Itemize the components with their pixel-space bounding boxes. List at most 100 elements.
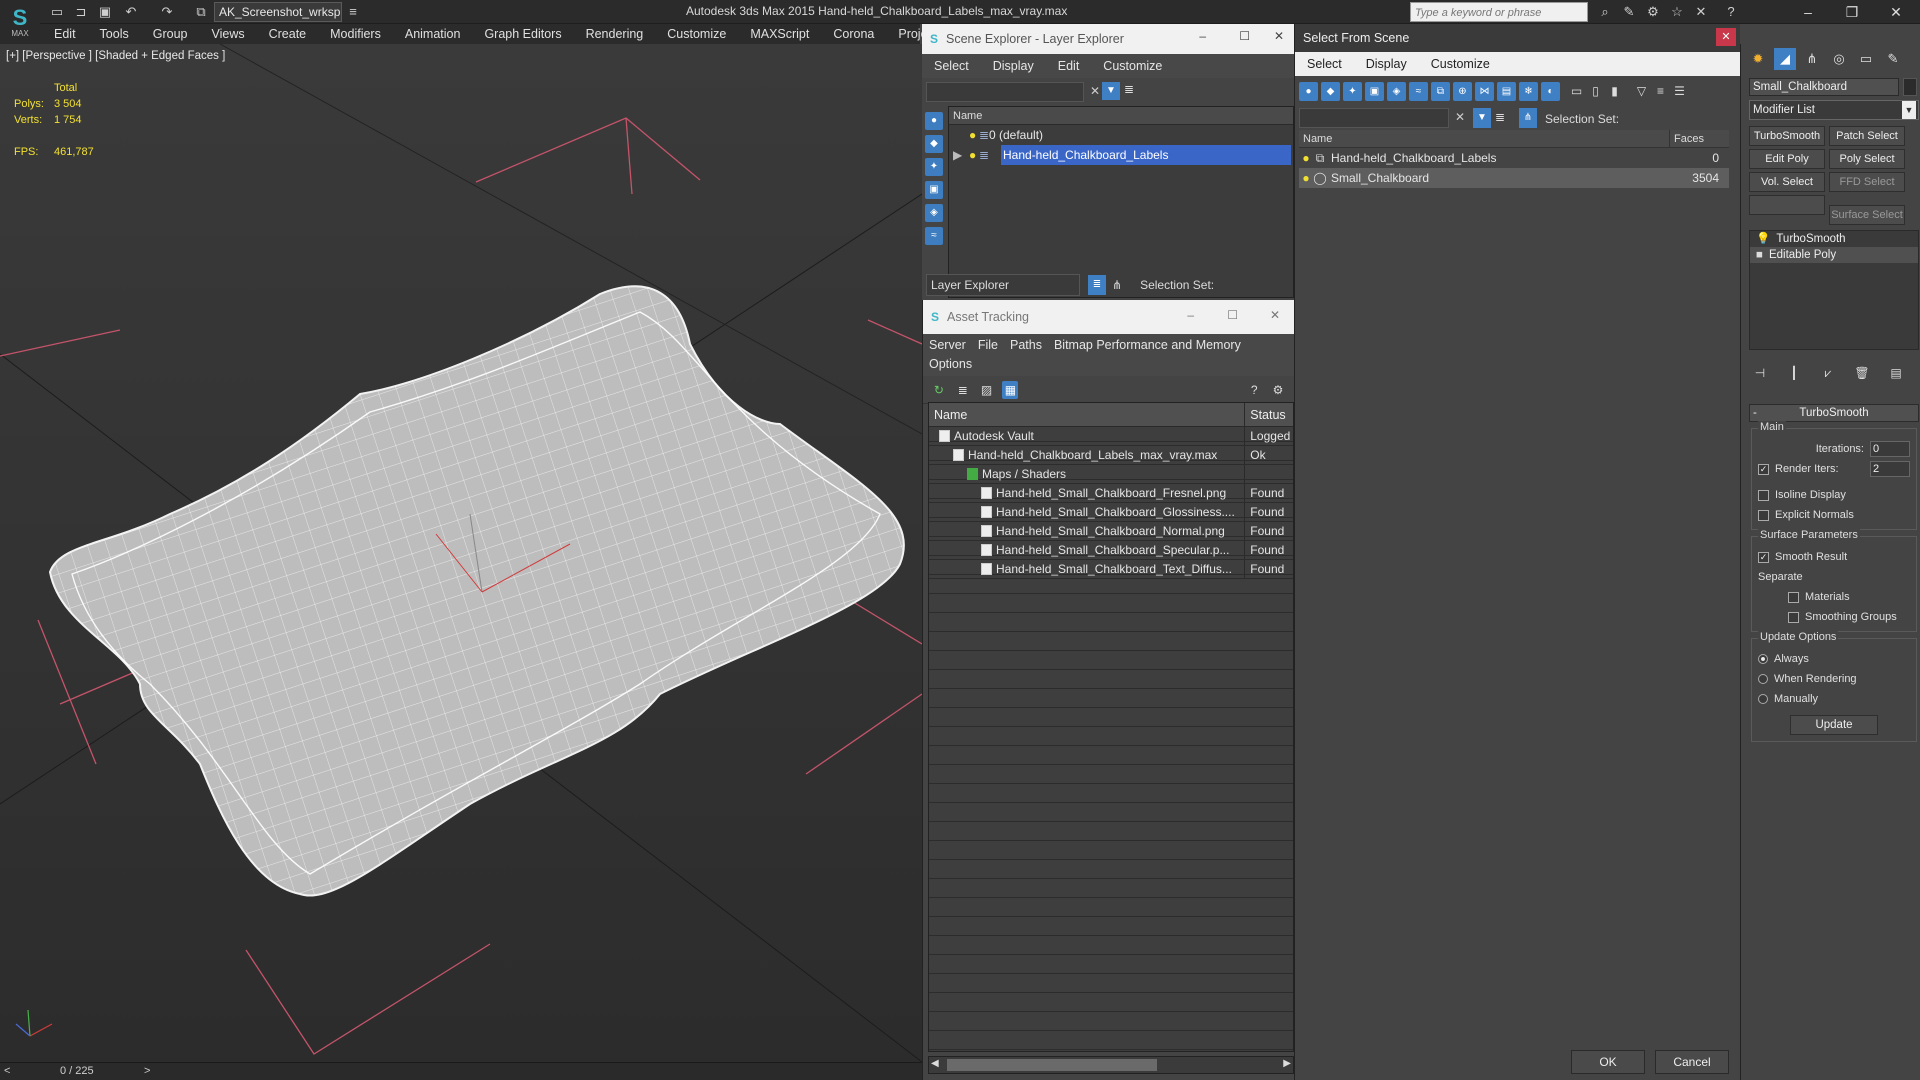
ok-button[interactable]: OK <box>1571 1050 1645 1074</box>
modifier-set-button[interactable]: Patch Select <box>1829 126 1905 146</box>
manually-radio[interactable] <box>1758 694 1768 704</box>
menu-item[interactable]: Animation <box>393 27 473 41</box>
motion-tab-icon[interactable]: ◎ <box>1828 48 1850 70</box>
expand-arrow-icon[interactable]: ▶ <box>953 145 962 165</box>
minimize-icon[interactable]: – <box>1199 29 1206 43</box>
show-end-result-icon[interactable]: ┃ <box>1783 366 1805 380</box>
menu-item[interactable]: Corona <box>821 27 886 41</box>
layers-toggle-icon[interactable]: ≣ <box>1124 82 1134 96</box>
always-radio[interactable] <box>1758 654 1768 664</box>
find-input[interactable] <box>1299 108 1449 128</box>
display-spacewarps-icon[interactable]: ≈ <box>925 227 943 245</box>
filter-icon[interactable]: ▼ <box>1102 82 1120 100</box>
display-lights-icon[interactable]: ✦ <box>925 158 943 176</box>
pin-stack-icon[interactable]: ⊣ <box>1749 366 1771 380</box>
perspective-viewport[interactable]: [+] [Perspective ] [Shaded + Edged Faces… <box>0 44 922 1062</box>
isoline-checkbox[interactable] <box>1758 489 1769 501</box>
hierarchy-tab-icon[interactable]: ⋔ <box>1801 48 1823 70</box>
rollout-header[interactable]: - TurboSmooth <box>1749 404 1919 422</box>
layer-mode-icon[interactable]: ≣ <box>1088 275 1106 295</box>
layer-tree-name-header[interactable]: Name <box>949 107 1293 125</box>
select-menu-item[interactable]: Display <box>1354 57 1419 71</box>
scene-explorer-search[interactable] <box>926 82 1084 102</box>
hierarchy-icon[interactable]: ⋔ <box>1519 108 1537 128</box>
search-input[interactable]: Type a keyword or phrase <box>1410 2 1588 22</box>
smooth-result-checkbox[interactable]: ✓ <box>1758 551 1769 563</box>
modifier-list-dropdown[interactable]: Modifier List ▼ <box>1749 100 1919 120</box>
signin-icon[interactable]: ⚙ <box>1644 3 1662 21</box>
help-icon[interactable]: ? <box>1722 3 1740 21</box>
next-frame-icon[interactable]: > <box>144 1065 150 1077</box>
menu-item[interactable]: Edit <box>40 27 88 41</box>
display-tab-icon[interactable]: ▭ <box>1855 48 1877 70</box>
asset-menu-item[interactable]: Server <box>929 338 966 352</box>
stack-item[interactable]: 💡 TurboSmooth <box>1750 231 1918 247</box>
display-cameras-icon[interactable]: ▣ <box>925 181 943 199</box>
menu-item[interactable]: Customize <box>655 27 738 41</box>
explorer-type-dropdown[interactable]: Layer Explorer <box>926 274 1080 296</box>
select-menu-item[interactable]: Select <box>1295 57 1354 71</box>
close-icon[interactable]: ✕ <box>1274 29 1284 43</box>
object-faces-header[interactable]: Faces <box>1669 130 1727 147</box>
menu-item[interactable]: Create <box>257 27 319 41</box>
asset-menu-item[interactable]: Options <box>929 357 972 371</box>
geometry-filter-icon[interactable]: ● <box>1299 81 1318 101</box>
select-all-icon[interactable]: ▭ <box>1567 84 1586 98</box>
hidden-filter-icon[interactable]: ◐ <box>1541 81 1560 101</box>
object-row[interactable]: ● ◯ Small_Chalkboard 3504 <box>1299 168 1729 188</box>
table-view-icon[interactable]: ▦ <box>1002 380 1019 399</box>
menu-item[interactable]: Rendering <box>574 27 656 41</box>
asset-row[interactable]: Hand-held_Small_Chalkboard_Specular.p...… <box>929 541 1293 560</box>
object-name-field[interactable]: Small_Chalkboard <box>1749 78 1899 96</box>
light-bulb-icon[interactable]: ● <box>1299 168 1313 188</box>
refresh-icon[interactable]: ↻ <box>931 381 947 399</box>
xrefs-filter-icon[interactable]: ⊕ <box>1453 81 1472 101</box>
display-helpers-icon[interactable]: ◈ <box>925 204 943 222</box>
light-bulb-icon[interactable]: ● <box>969 145 976 165</box>
time-slider[interactable]: < 0 / 225 > <box>0 1062 922 1080</box>
clear-search-icon[interactable]: ✕ <box>1090 84 1100 98</box>
asset-menu-item[interactable]: Paths <box>1010 338 1042 352</box>
light-bulb-icon[interactable]: ● <box>1299 148 1313 168</box>
asset-row[interactable]: Hand-held_Chalkboard_Labels_max_vray.max… <box>929 446 1293 465</box>
object-color-swatch[interactable] <box>1903 78 1917 96</box>
lights-filter-icon[interactable]: ✦ <box>1343 81 1362 101</box>
bones-filter-icon[interactable]: ⋈ <box>1475 81 1494 101</box>
scene-explorer-menu-item[interactable]: Select <box>922 59 981 73</box>
menu-item[interactable]: MAXScript <box>738 27 821 41</box>
asset-menu-item[interactable]: File <box>978 338 998 352</box>
collapse-icon[interactable]: - <box>1753 405 1757 421</box>
frozen-filter-icon[interactable]: ❄ <box>1519 81 1538 101</box>
help-icon[interactable]: ? <box>1246 381 1262 399</box>
scroll-right-icon[interactable]: ▶ <box>1283 1058 1291 1069</box>
workspace-menu-icon[interactable]: ≡ <box>344 3 362 21</box>
viewport-label[interactable]: [+] [Perspective ] [Shaded + Edged Faces… <box>6 50 225 62</box>
filter-toggle-icon[interactable]: ▼ <box>1473 108 1491 128</box>
hierarchy-mode-icon[interactable]: ⋔ <box>1112 278 1122 292</box>
options-icon[interactable]: ☰ <box>1670 84 1689 98</box>
display-shapes-icon[interactable]: ◆ <box>925 135 943 153</box>
modifier-set-button[interactable]: Poly Select <box>1829 149 1905 169</box>
remove-modifier-icon[interactable]: 🗑 <box>1851 366 1873 380</box>
menu-item[interactable]: Views <box>199 27 256 41</box>
exchange-icon[interactable]: ✕ <box>1692 3 1710 21</box>
materials-checkbox[interactable] <box>1788 591 1799 603</box>
helpers-filter-icon[interactable]: ◈ <box>1387 81 1406 101</box>
modifier-set-button[interactable]: Vol. Select <box>1749 172 1825 192</box>
filter-icon[interactable]: ▽ <box>1632 84 1651 98</box>
menu-item[interactable]: Group <box>141 27 200 41</box>
shapes-filter-icon[interactable]: ◆ <box>1321 81 1340 101</box>
create-tab-icon[interactable]: ✹ <box>1747 48 1769 70</box>
display-geometry-icon[interactable]: ● <box>925 112 943 130</box>
asset-status-header[interactable]: Status <box>1245 403 1293 426</box>
select-invert-icon[interactable]: ▮ <box>1605 84 1624 98</box>
select-menu-item[interactable]: Customize <box>1419 57 1502 71</box>
close-icon[interactable]: ✕ <box>1270 308 1280 322</box>
maximize-icon[interactable]: ☐ <box>1239 29 1250 43</box>
asset-row[interactable]: Maps / Shaders <box>929 465 1293 484</box>
binoculars-icon[interactable]: ⌕ <box>1596 3 1614 21</box>
cancel-button[interactable]: Cancel <box>1655 1050 1729 1074</box>
menu-item[interactable]: Modifiers <box>318 27 393 41</box>
asset-row[interactable]: Hand-held_Small_Chalkboard_Fresnel.png Fo… <box>929 484 1293 503</box>
modifier-set-button[interactable]: Edit Poly <box>1749 149 1825 169</box>
